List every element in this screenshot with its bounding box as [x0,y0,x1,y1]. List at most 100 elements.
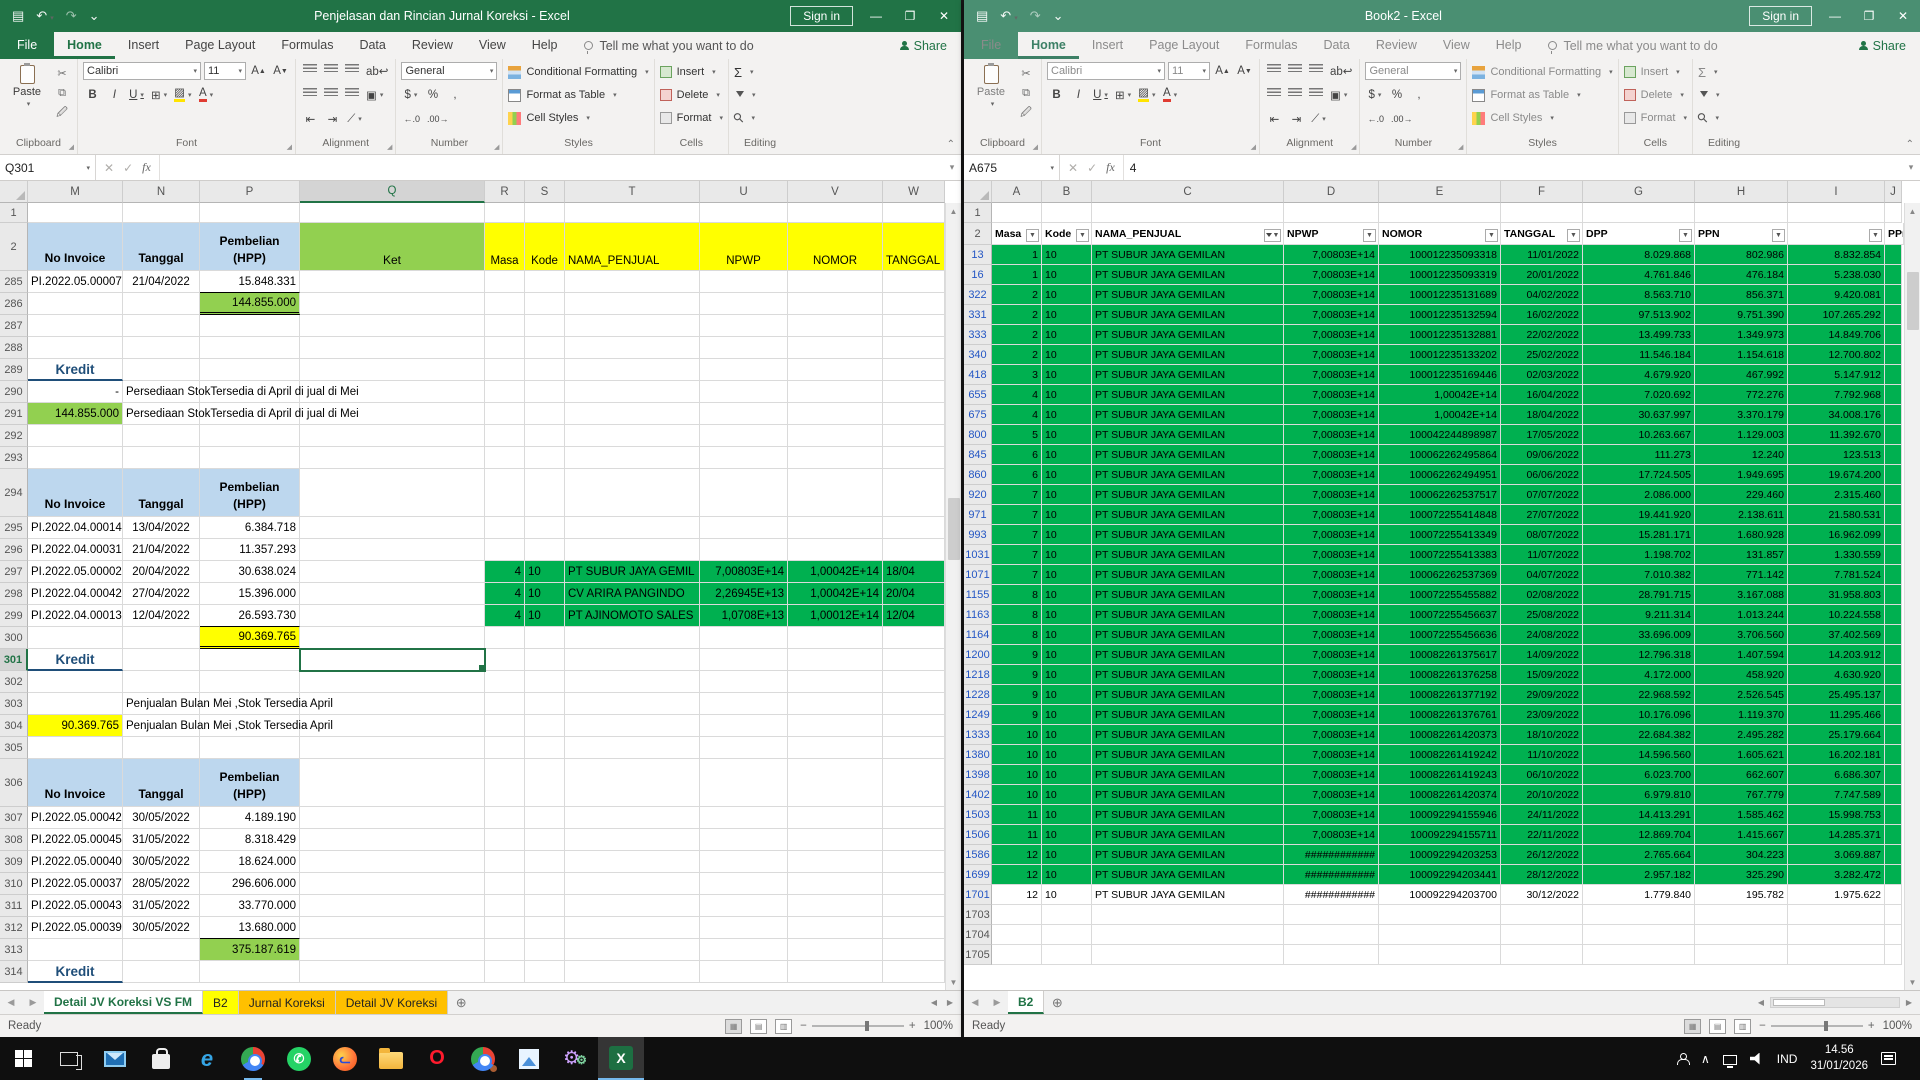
row-header-1200[interactable]: 1200 [964,645,992,665]
cell-C675[interactable]: PT SUBUR JAYA GEMILAN [1092,405,1284,425]
cell-C1503[interactable]: PT SUBUR JAYA GEMILAN [1092,805,1284,825]
row-header-298[interactable]: 298 [0,583,28,605]
cell-Q310[interactable] [300,873,485,895]
cell-E1333[interactable]: 100082261420373 [1379,725,1501,745]
cell-F1228[interactable]: 29/09/2022 [1501,685,1583,705]
cell-E1031[interactable]: 100072255413383 [1379,545,1501,565]
zoom-slider[interactable]: −+ [800,1020,915,1032]
sign-in-button[interactable]: Sign in [1749,6,1812,26]
cell-C1704[interactable] [1092,925,1284,945]
cell-P301[interactable] [200,649,300,671]
column-header-S[interactable]: S [525,181,565,203]
cell-M294[interactable]: No Invoice [28,469,123,517]
row-header-313[interactable]: 313 [0,939,28,961]
comma-style-icon[interactable]: , [445,86,464,104]
cell-D800[interactable]: 7,00803E+14 [1284,425,1379,445]
cell-G1249[interactable]: 10.176.096 [1583,705,1695,725]
cell-A860[interactable]: 6 [992,465,1042,485]
cell-N310[interactable]: 28/05/2022 [123,873,200,895]
cell-B1586[interactable]: 10 [1042,845,1092,865]
cell-T308[interactable] [565,829,700,851]
cell-V286[interactable] [788,293,883,315]
cell-T300[interactable] [565,627,700,649]
cell-E340[interactable]: 100012235133202 [1379,345,1501,365]
cell-R289[interactable] [485,359,525,381]
row-header-1249[interactable]: 1249 [964,705,992,725]
cell-G1163[interactable]: 9.211.314 [1583,605,1695,625]
cell-S314[interactable] [525,961,565,983]
cell-J333[interactable] [1885,325,1902,345]
cell-S287[interactable] [525,315,565,337]
cell-Q309[interactable] [300,851,485,873]
cell-N296[interactable]: 21/04/2022 [123,539,200,561]
cell-T1[interactable] [565,203,700,223]
cell-Q307[interactable] [300,807,485,829]
clock[interactable]: 14.56 31/01/2026 [1810,1043,1868,1074]
cell-R287[interactable] [485,315,525,337]
cell-J1155[interactable] [1885,585,1902,605]
cell-M297[interactable]: PI.2022.05.00002 [28,561,123,583]
cell-R2[interactable]: Masa [485,223,525,271]
font-size-combo[interactable]: 11▾ [204,62,246,80]
expand-formula-bar-icon[interactable]: ▾ [1902,155,1920,180]
cell-G1218[interactable]: 4.172.000 [1583,665,1695,685]
cell-N302[interactable] [123,671,200,693]
cell-N312[interactable]: 30/05/2022 [123,917,200,939]
cell-V310[interactable] [788,873,883,895]
cell-E333[interactable]: 100012235132881 [1379,325,1501,345]
row-header-301[interactable]: 301 [0,649,28,671]
cell-W304[interactable] [883,715,945,737]
language-indicator[interactable]: IND [1777,1052,1798,1066]
fx-icon[interactable]: fx [1106,160,1115,175]
cell-E1155[interactable]: 100072255455882 [1379,585,1501,605]
cell-H1333[interactable]: 2.495.282 [1695,725,1788,745]
cell-J322[interactable] [1885,285,1902,305]
cell-A1704[interactable] [992,925,1042,945]
cell-J845[interactable] [1885,445,1902,465]
cell-A1699[interactable]: 12 [992,865,1042,885]
dialog-launcher-icon[interactable]: ◢ [387,143,392,151]
cell-H860[interactable]: 1.949.695 [1695,465,1788,485]
cell-J1701[interactable] [1885,885,1902,905]
cell-D655[interactable]: 7,00803E+14 [1284,385,1379,405]
font-color-icon[interactable]: A▾ [1161,86,1180,104]
cell-U292[interactable] [700,425,788,447]
row-header-287[interactable]: 287 [0,315,28,337]
row-header-333[interactable]: 333 [964,325,992,345]
cell-D1705[interactable] [1284,945,1379,965]
cell-I13[interactable]: 8.832.854 [1788,245,1885,265]
cell-J971[interactable] [1885,505,1902,525]
cell-P300[interactable]: 90.369.765 [200,627,300,649]
scrollbar-thumb[interactable] [948,498,960,560]
cell-I800[interactable]: 11.392.670 [1788,425,1885,445]
cell-G1699[interactable]: 2.957.182 [1583,865,1695,885]
cell-F331[interactable]: 16/02/2022 [1501,305,1583,325]
cell-A1031[interactable]: 7 [992,545,1042,565]
sort-filter-button[interactable]: ▾ [1698,85,1720,105]
row-header-675[interactable]: 675 [964,405,992,425]
cell-W311[interactable] [883,895,945,917]
dialog-launcher-icon[interactable]: ◢ [1458,143,1463,151]
cell-S300[interactable] [525,627,565,649]
minimize-button[interactable]: — [859,0,893,32]
cell-B2[interactable]: Kode▼ [1042,223,1092,245]
row-header-308[interactable]: 308 [0,829,28,851]
cell-S294[interactable] [525,469,565,517]
increase-indent-icon[interactable]: ⇥ [323,110,342,128]
cell-P292[interactable] [200,425,300,447]
cell-B675[interactable]: 10 [1042,405,1092,425]
cell-B1031[interactable]: 10 [1042,545,1092,565]
cell-I418[interactable]: 5.147.912 [1788,365,1885,385]
wrap-text-icon[interactable]: ab↩ [1328,62,1354,80]
cell-S1[interactable] [525,203,565,223]
cell-T313[interactable] [565,939,700,961]
cell-B1218[interactable]: 10 [1042,665,1092,685]
cell-A13[interactable]: 1 [992,245,1042,265]
cell-C1218[interactable]: PT SUBUR JAYA GEMILAN [1092,665,1284,685]
italic-button[interactable]: I [1069,86,1088,104]
sheet-tab-detail-jv-koreksi[interactable]: Detail JV Koreksi [336,991,448,1014]
cell-C1071[interactable]: PT SUBUR JAYA GEMILAN [1092,565,1284,585]
excel-icon[interactable]: X [598,1037,644,1080]
firefox-icon[interactable]: ᓚ [322,1037,368,1080]
column-header-N[interactable]: N [123,181,200,203]
